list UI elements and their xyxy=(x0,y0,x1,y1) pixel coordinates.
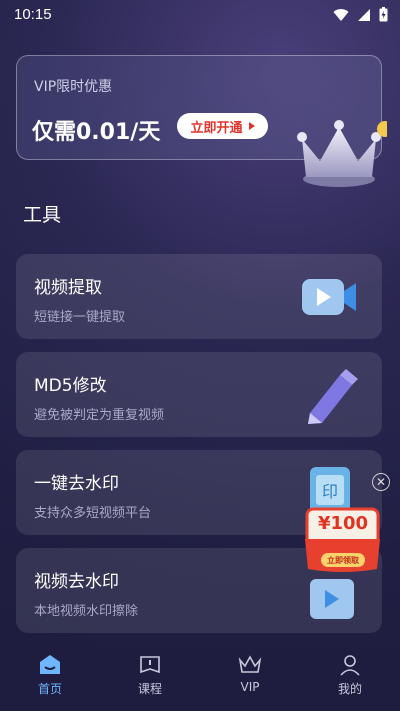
vip-caption: VIP限时优惠 xyxy=(34,79,113,95)
coupon-claim-label[interactable]: 立即领取 xyxy=(321,555,365,566)
tab-label: 首页 xyxy=(37,682,62,696)
tab-home[interactable]: 首页 xyxy=(0,646,100,711)
vip-crown-icon xyxy=(238,655,262,673)
coupon-close-icon[interactable]: ✕ xyxy=(372,473,390,491)
course-book-icon xyxy=(140,656,160,674)
pencil-icon xyxy=(308,369,358,424)
crown-icon xyxy=(297,120,387,187)
status-bar: 10:15 xyxy=(0,0,400,32)
vip-price: 仅需0.01/天 xyxy=(32,120,161,145)
battery-icon xyxy=(379,7,388,22)
tool-subtitle: 避免被判定为重复视频 xyxy=(34,408,165,423)
vip-open-button-label: 立即开通 xyxy=(190,120,243,136)
tab-label: VIP xyxy=(240,680,260,694)
coupon-amount: ¥100 xyxy=(317,513,369,534)
tool-title: 视频去水印 xyxy=(34,572,119,592)
tool-video-extract[interactable]: 视频提取 短链接一键提取 xyxy=(16,254,382,339)
tool-subtitle: 短链接一键提取 xyxy=(34,310,126,325)
status-icons xyxy=(333,7,388,22)
tab-label: 课程 xyxy=(137,682,162,696)
tool-md5-modify[interactable]: MD5修改 避免被判定为重复视频 xyxy=(16,352,382,437)
bottom-tabbar: 首页 课程 VIP 我的 xyxy=(0,646,400,711)
tool-subtitle: 支持众多短视频平台 xyxy=(34,506,152,521)
vip-banner[interactable]: VIP限时优惠 仅需0.01/天 立即开通 xyxy=(16,55,387,187)
tab-mine[interactable]: 我的 xyxy=(300,646,400,711)
tool-title: 视频提取 xyxy=(34,278,102,298)
video-file-icon xyxy=(310,579,354,619)
status-time: 10:15 xyxy=(14,6,52,23)
tool-title: 一键去水印 xyxy=(34,474,119,494)
tool-subtitle: 本地视频水印擦除 xyxy=(34,604,139,619)
signal-icon xyxy=(358,8,370,21)
wifi-icon xyxy=(333,8,349,21)
tool-title: MD5修改 xyxy=(34,376,107,396)
home-icon xyxy=(40,655,60,674)
video-camera-icon xyxy=(302,279,356,315)
tab-label: 我的 xyxy=(337,682,362,696)
tab-vip[interactable]: VIP xyxy=(200,646,300,711)
svg-text:印: 印 xyxy=(322,482,338,501)
user-icon xyxy=(340,655,360,676)
tab-course[interactable]: 课程 xyxy=(100,646,200,711)
vip-open-button[interactable]: 立即开通 xyxy=(177,113,268,139)
caret-right-icon xyxy=(248,122,255,130)
tools-section-title: 工具 xyxy=(23,204,62,226)
